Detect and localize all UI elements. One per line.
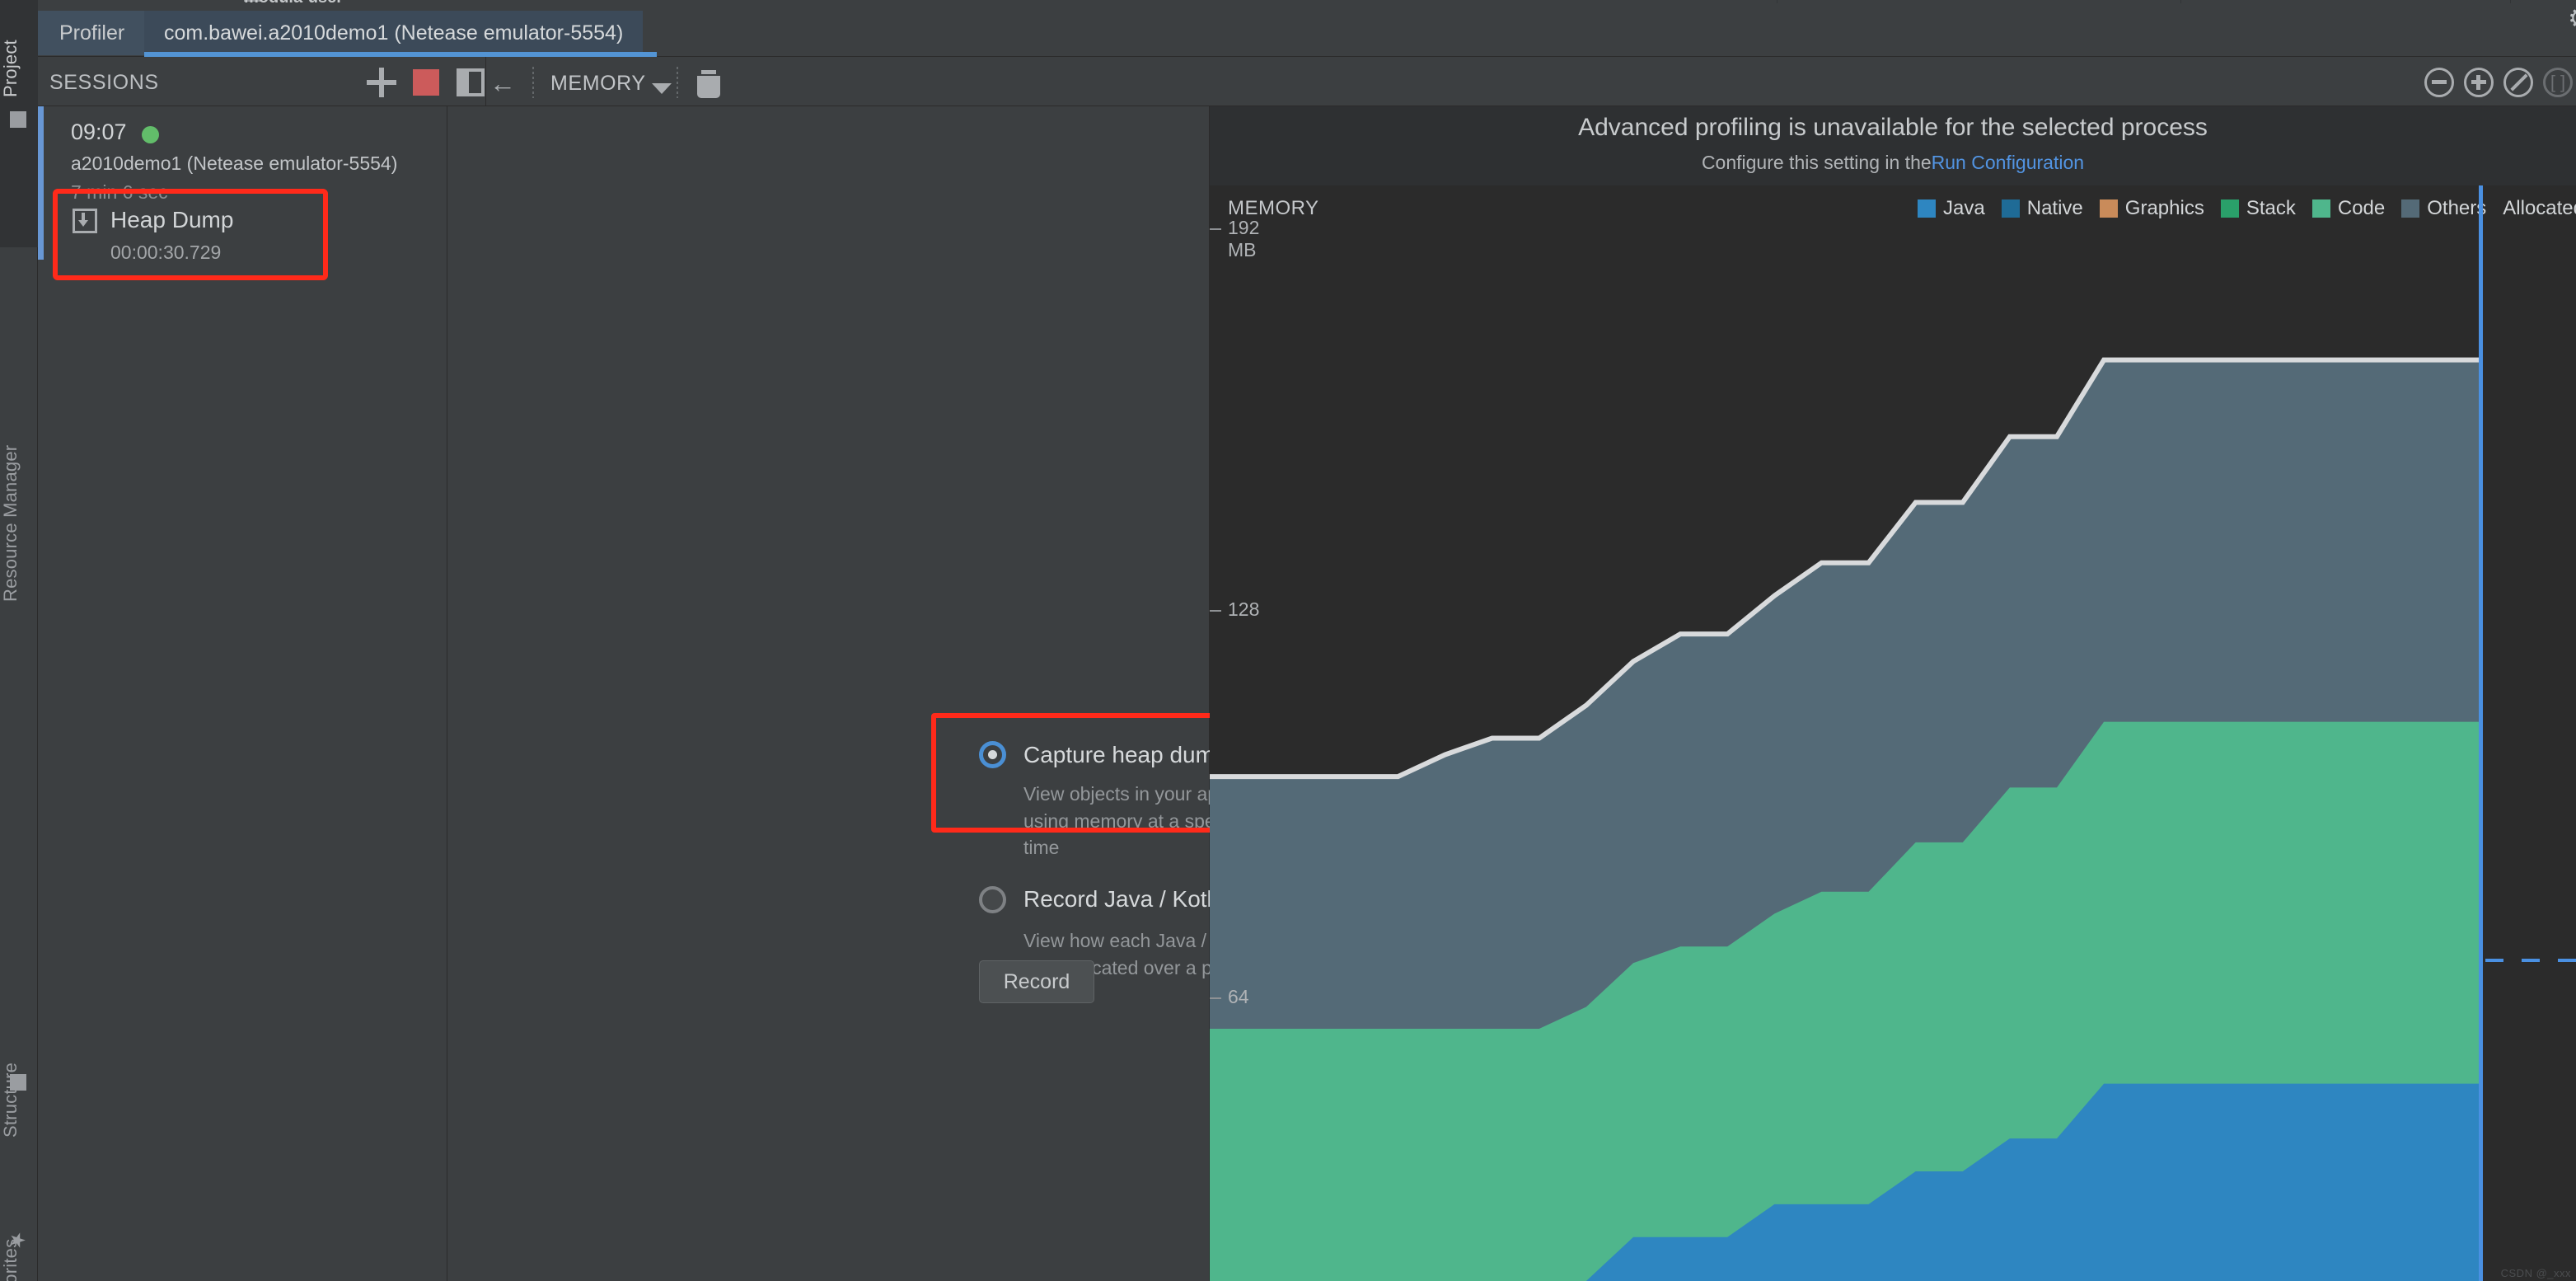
radio-capture-heap-dump-label: Capture heap dump (1023, 741, 1228, 767)
session-process-name: a2010demo1 (Netease emulator-5554) (71, 152, 398, 174)
toggle-panel-button[interactable] (457, 68, 485, 96)
attach-range-button[interactable]: [ ] (2543, 68, 2573, 97)
legend-item-graphics[interactable]: Graphics (2099, 197, 2204, 220)
tab-process-label: com.bawei.a2010demo1 (Netease emulator-5… (164, 21, 624, 45)
add-session-button[interactable] (367, 68, 396, 97)
legend-item-native[interactable]: Native (2001, 197, 2083, 220)
tab-process[interactable]: com.bawei.a2010demo1 (Netease emulator-5… (144, 11, 644, 55)
session-time: 09:07 (71, 120, 127, 144)
tab-profiler[interactable]: Profiler (38, 11, 147, 55)
watermark: CSDN @_xxx (2500, 1267, 2571, 1279)
profiler-toolbar: SESSIONS ← MEMORY [ ] ⚙ (38, 5, 2576, 106)
session-duration: 7 min 6 sec (71, 181, 168, 203)
radio-button-unselected[interactable] (979, 885, 1006, 913)
legend-item-stack[interactable]: Stack (2220, 197, 2296, 220)
legend-item-code[interactable]: Code (2311, 197, 2386, 220)
chart-memory-label: MEMORY (1228, 197, 1319, 219)
zoom-in-button[interactable] (2464, 68, 2494, 97)
legend-label-code: Code (2337, 197, 2386, 219)
record-options-pane: Capture heap dump View objects in your a… (447, 106, 1346, 1281)
legend-label-native: Native (2026, 197, 2083, 219)
legend-swatch-stack (2220, 199, 2239, 218)
sessions-header-label: SESSIONS (49, 71, 159, 94)
project-square-icon (10, 111, 26, 128)
legend-swatch-graphics (2099, 199, 2118, 218)
legend-label-java: Java (1943, 197, 1985, 219)
legend-label-allocated: Allocated (2503, 197, 2576, 219)
chart-legend: Java Native Graphics Stack Code Others A… (1918, 197, 2576, 220)
gear-icon[interactable]: ⚙ (2568, 5, 2576, 31)
record-button-label: Record (1003, 969, 1070, 993)
sessions-panel: 09:07 a2010demo1 (Netease emulator-5554)… (38, 106, 447, 1281)
background-editor-row-label: moduia-user (244, 0, 343, 7)
legend-item-others[interactable]: Others (2401, 197, 2486, 220)
stop-session-button[interactable] (413, 69, 439, 96)
record-button[interactable]: Record (979, 960, 1094, 1003)
heap-dump-timestamp: 00:00:30.729 (110, 242, 222, 263)
memory-stage-label[interactable]: MEMORY (550, 72, 646, 96)
legend-item-java[interactable]: Java (1918, 197, 1985, 220)
vtab-resource-manager[interactable]: Resource Manager (0, 354, 38, 602)
radio-button-selected[interactable] (979, 741, 1006, 768)
reset-zoom-button[interactable] (2503, 68, 2533, 97)
profiler-tab-bar: Profiler com.bawei.a2010demo1 (Netease e… (38, 11, 2576, 57)
memory-area-chart[interactable] (1210, 106, 2576, 1281)
structure-square-icon (10, 1074, 26, 1091)
star-icon: ★ (6, 1231, 29, 1250)
vtab-project[interactable]: Project (0, 0, 38, 97)
session-selection-indicator (38, 106, 44, 260)
chart-dashed-marker (2485, 959, 2576, 962)
legend-label-graphics: Graphics (2124, 197, 2204, 219)
chart-playhead[interactable] (2479, 185, 2483, 1281)
session-status-dot (142, 126, 159, 143)
legend-label-others: Others (2427, 197, 2487, 219)
legend-swatch-code (2311, 199, 2330, 218)
legend-swatch-others (2401, 199, 2420, 218)
heap-dump-title: Heap Dump (110, 207, 234, 232)
heap-dump-icon (73, 209, 97, 233)
vtab-favorites[interactable]: Favorites (0, 1150, 38, 1281)
chevron-down-icon[interactable] (652, 83, 672, 94)
trash-icon[interactable] (696, 70, 722, 98)
legend-swatch-native (2001, 199, 2020, 218)
tab-profiler-label: Profiler (59, 21, 125, 45)
zoom-out-button[interactable] (2424, 68, 2454, 97)
legend-swatch-java (1918, 199, 1937, 218)
back-arrow-button[interactable]: ← (489, 70, 516, 96)
vtab-structure[interactable]: Structure (0, 956, 38, 1138)
memory-chart-pane: Advanced profiling is unavailable for th… (1210, 106, 2576, 1281)
ide-left-tool-strip: Project Resource Manager Structure Favor… (0, 0, 38, 1281)
legend-label-stack: Stack (2246, 197, 2296, 219)
